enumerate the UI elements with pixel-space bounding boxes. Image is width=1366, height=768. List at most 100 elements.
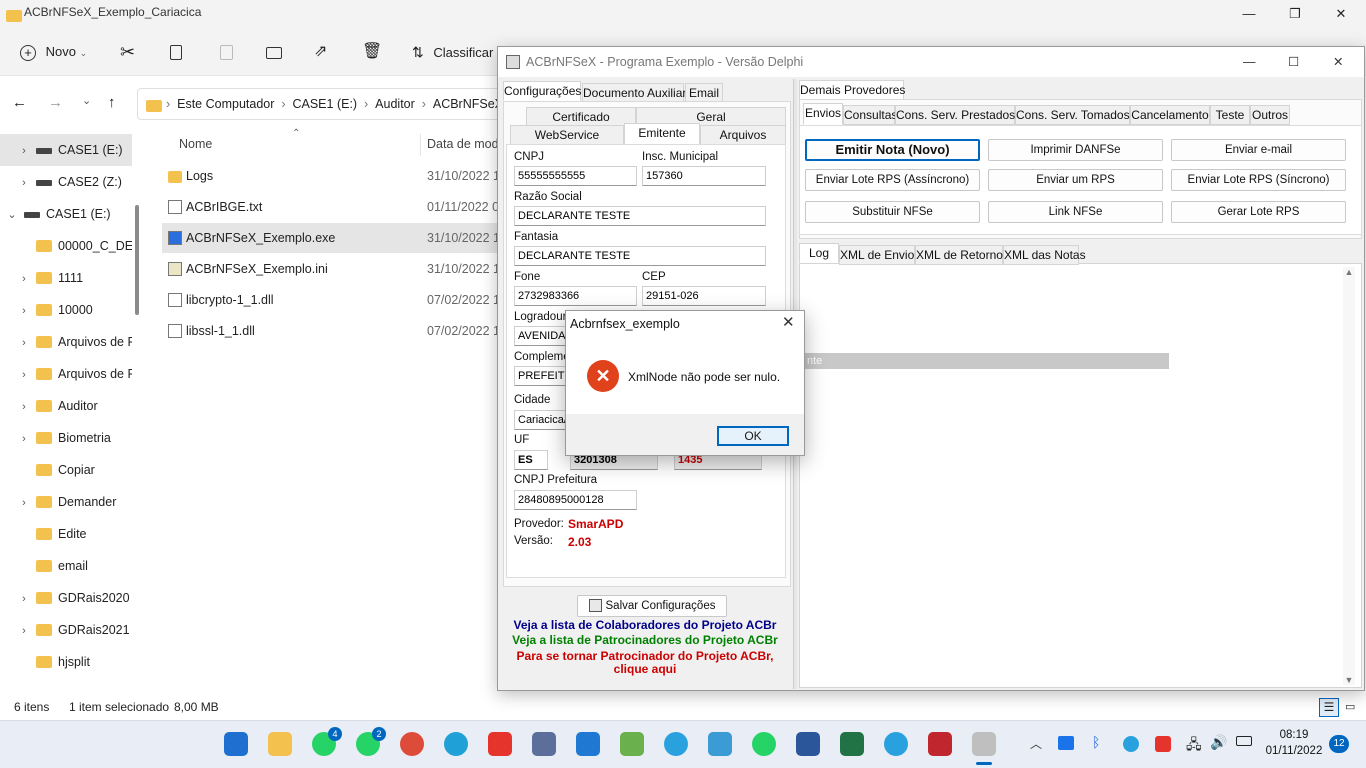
clock-date[interactable]: 01/11/2022: [1262, 745, 1326, 757]
breadcrumb-item[interactable]: ACBrNFSeX: [433, 97, 503, 111]
file-row[interactable]: ACBrNFSeX_Exemplo.exe 31/10/2022 13: [162, 223, 500, 253]
file-row[interactable]: libssl-1_1.dll 07/02/2022 16: [162, 316, 500, 346]
chevron-right-icon[interactable]: ›: [16, 295, 32, 326]
nav-item[interactable]: › Demander: [0, 486, 132, 518]
enviar-lote-rps-s-ncrono-button[interactable]: Enviar Lote RPS (Síncrono): [1171, 169, 1346, 191]
chevron-right-icon[interactable]: ›: [16, 135, 32, 166]
patrocinadores-link[interactable]: Veja a lista de Patrocinadores do Projet…: [498, 633, 792, 647]
enviar-e-mail-button[interactable]: Enviar e-mail: [1171, 139, 1346, 161]
minimize-button[interactable]: —: [1226, 0, 1272, 28]
nav-item[interactable]: › Arquivos de F: [0, 326, 132, 358]
log-memo[interactable]: [799, 263, 1362, 688]
im-field[interactable]: 157360: [642, 166, 766, 186]
nav-item[interactable]: › CASE2 (Z:): [0, 166, 132, 198]
column-divider[interactable]: [420, 134, 421, 156]
log-tab-xml-das-notas[interactable]: XML das Notas: [1003, 245, 1086, 265]
volume-icon[interactable]: 🔊: [1210, 734, 1227, 751]
details-view-icon[interactable]: ☰: [1319, 698, 1339, 717]
tab-arquivos[interactable]: Arquivos: [700, 125, 786, 145]
file-row[interactable]: Logs 31/10/2022 13: [162, 161, 500, 191]
emitir-nota-novo-button[interactable]: Emitir Nota (Novo): [805, 139, 980, 161]
tab-cancelamento[interactable]: Cancelamento: [1130, 105, 1210, 125]
log-scrollbar[interactable]: ▲ ▼: [1343, 267, 1355, 685]
scroll-up-icon[interactable]: ▲: [1343, 267, 1355, 277]
tab-documento-auxiliar[interactable]: Documento Auxiliar: [582, 83, 686, 103]
tab-webservice[interactable]: WebService: [510, 125, 624, 145]
breadcrumb-item[interactable]: CASE1 (E:): [292, 97, 357, 111]
telegram-icon[interactable]: [884, 732, 908, 756]
telegram-icon[interactable]: [664, 732, 688, 756]
log-tab-xml-de-retorno[interactable]: XML de Retorno: [915, 245, 1003, 265]
cut-icon[interactable]: ✂: [120, 38, 135, 66]
copy-icon[interactable]: [170, 38, 182, 66]
enviar-lote-rps-ass-ncrono-button[interactable]: Enviar Lote RPS (Assíncrono): [805, 169, 980, 191]
nav-item[interactable]: › 10000: [0, 294, 132, 326]
nav-item[interactable]: › Auditor: [0, 390, 132, 422]
rais-icon[interactable]: [928, 732, 952, 756]
address-bar[interactable]: › Este Computador › CASE1 (E:) › Auditor…: [137, 88, 507, 120]
word-icon[interactable]: [796, 732, 820, 756]
link-nfse-button[interactable]: Link NFSe: [988, 201, 1163, 223]
clock-time[interactable]: 08:19: [1266, 729, 1322, 741]
battery-icon[interactable]: [1236, 736, 1252, 746]
telegram-tray-icon[interactable]: [1123, 736, 1139, 752]
nav-item[interactable]: ⌄ CASE1 (E:): [0, 198, 132, 230]
bluetooth-icon[interactable]: ᛒ: [1092, 734, 1100, 750]
cep-field[interactable]: 29151-026: [642, 286, 766, 306]
nav-item[interactable]: Edite: [0, 518, 132, 550]
windows-start-icon[interactable]: [224, 732, 248, 756]
file-row[interactable]: libcrypto-1_1.dll 07/02/2022 16: [162, 285, 500, 315]
chevron-right-icon[interactable]: ›: [16, 391, 32, 422]
chevron-down-icon[interactable]: ⌄: [4, 199, 20, 230]
up-arrow-icon[interactable]: ↑: [108, 94, 116, 111]
nav-scrollbar[interactable]: [135, 205, 139, 315]
new-button[interactable]: + Novo ⌄: [20, 38, 87, 66]
tab-teste[interactable]: Teste: [1210, 105, 1250, 125]
excel-icon[interactable]: [840, 732, 864, 756]
chevron-right-icon[interactable]: ›: [16, 487, 32, 518]
column-header-name[interactable]: Nome: [179, 137, 212, 151]
chevron-right-icon[interactable]: ›: [16, 327, 32, 358]
close-button[interactable]: ✕: [1318, 0, 1364, 28]
share-icon[interactable]: ⇗: [314, 38, 327, 66]
chrome-icon[interactable]: [400, 732, 424, 756]
acbr-app-taskbar-icon[interactable]: [972, 732, 996, 756]
breadcrumb-item[interactable]: Auditor: [375, 97, 415, 111]
nav-item[interactable]: hjsplit: [0, 646, 132, 678]
fone-field[interactable]: 2732983366: [514, 286, 637, 306]
edge-icon[interactable]: [444, 732, 468, 756]
minimize-button[interactable]: —: [1243, 47, 1256, 77]
tab-outros[interactable]: Outros: [1250, 105, 1290, 125]
tab-cons-serv-prestados[interactable]: Cons. Serv. Prestados: [895, 105, 1015, 125]
nav-item[interactable]: › GDRais2020: [0, 582, 132, 614]
scroll-down-icon[interactable]: ▼: [1343, 675, 1355, 685]
whatsapp-business-icon[interactable]: [752, 732, 776, 756]
substituir-nfse-button[interactable]: Substituir NFSe: [805, 201, 980, 223]
anydesk-icon[interactable]: [488, 732, 512, 756]
file-row[interactable]: ACBrIBGE.txt 01/11/2022 08: [162, 192, 500, 222]
show-hidden-icons-chevron[interactable]: ︿: [1030, 735, 1042, 752]
delete-icon[interactable]: 🗑: [362, 38, 382, 66]
tab-envios[interactable]: Envios: [803, 103, 843, 125]
tab-configuracoes[interactable]: Configurações: [503, 81, 581, 101]
map-icon[interactable]: [708, 732, 732, 756]
chevron-right-icon[interactable]: ›: [16, 359, 32, 390]
sort-button[interactable]: ⇅ Classificar: [412, 38, 493, 66]
imprimir-danfse-button[interactable]: Imprimir DANFSe: [988, 139, 1163, 161]
rename-icon[interactable]: [266, 38, 282, 66]
tab-certificado[interactable]: Certificado: [526, 107, 636, 127]
cnpj-prefeitura-field[interactable]: 28480895000128: [514, 490, 637, 510]
chevron-right-icon[interactable]: ›: [16, 615, 32, 646]
cnpj-field[interactable]: 55555555555: [514, 166, 637, 186]
forward-arrow-icon[interactable]: →: [48, 94, 63, 111]
nav-item[interactable]: › 1111: [0, 262, 132, 294]
notepad-icon[interactable]: [620, 732, 644, 756]
connect-icon[interactable]: [532, 732, 556, 756]
network-icon[interactable]: 🖧: [1186, 734, 1202, 758]
breadcrumb-item[interactable]: Este Computador: [177, 97, 274, 111]
recent-chevron-icon[interactable]: ⌄: [82, 94, 91, 107]
nav-item[interactable]: Copiar: [0, 454, 132, 486]
nav-item[interactable]: › GDRais2021: [0, 614, 132, 646]
file-explorer-icon[interactable]: [268, 732, 292, 756]
chevron-right-icon[interactable]: ›: [16, 263, 32, 294]
